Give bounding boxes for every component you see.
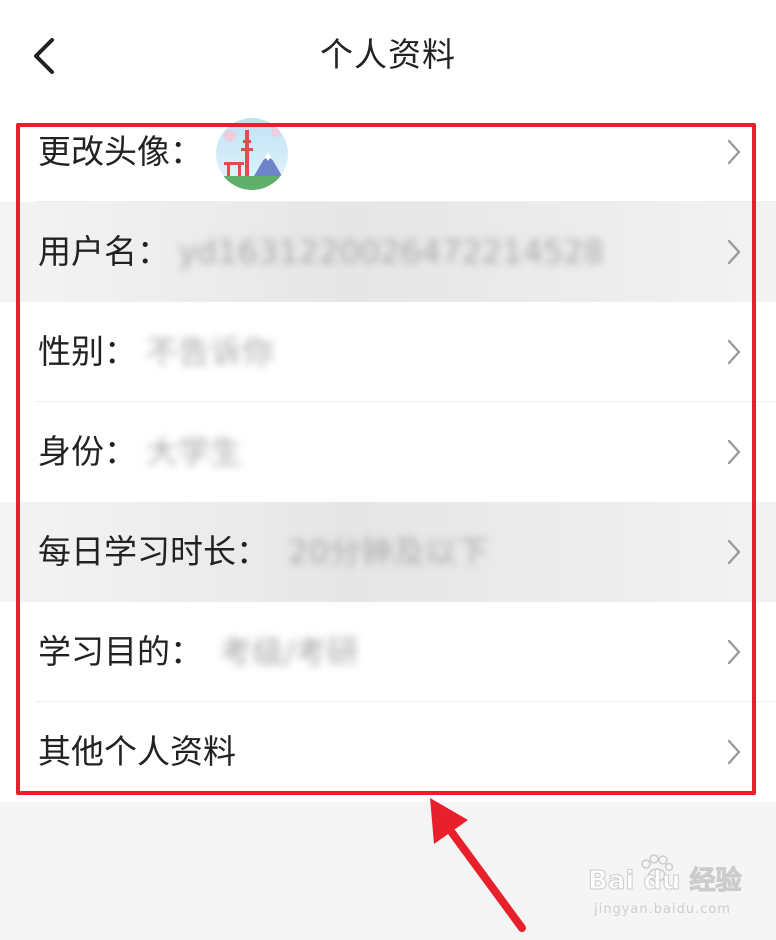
avatar-image (216, 118, 288, 190)
chevron-right-icon (727, 439, 741, 465)
daily-study-time-value: 20分钟及以下 (288, 533, 489, 571)
row-label: 学习目的： (38, 632, 203, 671)
chevron-right-icon (727, 139, 741, 165)
chevron-right-icon (727, 339, 741, 365)
identity-value: 大学生 (146, 433, 243, 471)
gender-value: 不告诉你 (146, 333, 275, 371)
other-profile-row[interactable]: 其他个人资料 (0, 702, 776, 802)
empty-background (0, 802, 776, 940)
gender-row[interactable]: 性别： 不告诉你 (0, 302, 776, 402)
row-label: 更改头像： (38, 132, 203, 171)
study-purpose-value: 考级/考研 (220, 633, 359, 671)
row-label: 身份： (38, 432, 137, 471)
chevron-right-icon (727, 239, 741, 265)
username-row[interactable]: 用户名： yd1631220026472214528 (0, 202, 776, 302)
avatar[interactable] (216, 118, 288, 190)
study-purpose-row[interactable]: 学习目的： 考级/考研 (0, 602, 776, 702)
chevron-right-icon (727, 739, 741, 765)
daily-study-time-row[interactable]: 每日学习时长： 20分钟及以下 (0, 502, 776, 602)
profile-list: 更改头像： 用户名： yd1631220026472214528 性别： 不告诉… (0, 102, 776, 802)
row-label: 性别： (38, 332, 137, 371)
username-value: yd1631220026472214528 (178, 233, 605, 271)
row-label: 每日学习时长： (38, 532, 269, 571)
page-title: 个人资料 (320, 35, 456, 74)
chevron-right-icon (727, 539, 741, 565)
row-label: 用户名： (38, 232, 170, 271)
chevron-right-icon (727, 639, 741, 665)
row-label: 其他个人资料 (38, 732, 236, 771)
change-avatar-row[interactable]: 更改头像： (0, 102, 776, 202)
top-bar: 个人资料 (0, 0, 776, 112)
identity-row[interactable]: 身份： 大学生 (0, 402, 776, 502)
